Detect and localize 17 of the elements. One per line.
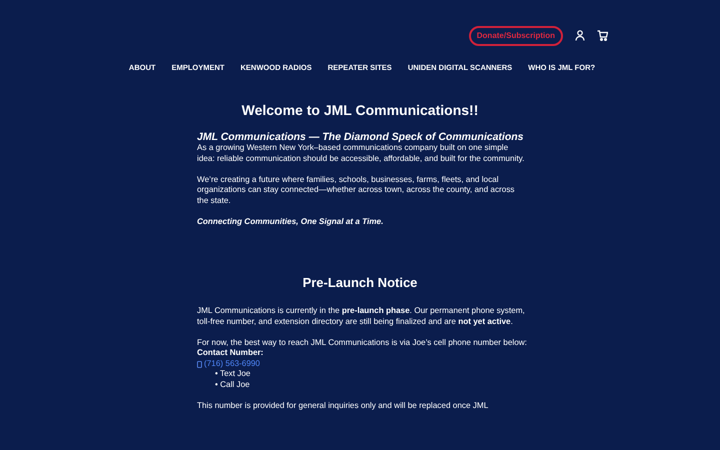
paragraph: JML Communications is currently in the pre-launch phase. Our permanent phone system, toll-free number, and extension directory are still being finalized and are not yet active. (197, 306, 526, 328)
paragraph: This number is provided for general inquiries only and will be replaced once JML (197, 400, 490, 412)
welcome-heading: Welcome to JML Communications!! (240, 101, 480, 120)
cart-icon[interactable] (597, 30, 608, 41)
phone-link[interactable]: (716) 563-6990 (204, 358, 260, 370)
paragraph: For now, the best way to reach JML Communications is via Joe’s cell phone number below: (197, 338, 527, 348)
contact-option: • Text Joe (197, 369, 527, 380)
donate-button[interactable]: Donate/Subscription (468, 26, 563, 46)
contact-option: • Call Joe (197, 380, 527, 390)
contact-label: Contact Number: (197, 348, 264, 359)
notice-heading: Pre-Launch Notice (302, 274, 418, 292)
paragraph: As a growing Western New York–based communications company built on one simple idea: reliable communication should be accessible, affordable, and built for the community. (197, 143, 526, 164)
welcome-subtitle: JML Communications — The Diamond Speck of Communications (197, 131, 525, 144)
account-icon[interactable] (575, 30, 585, 41)
phone-icon (197, 360, 202, 368)
tagline: Connecting Communities, One Signal at a Time. (197, 216, 384, 228)
paragraph: We’re creating a future where families, schools, businesses, farms, fleets, and local organizations can stay connected—whether across town, across the county, and across the state. (197, 174, 516, 206)
